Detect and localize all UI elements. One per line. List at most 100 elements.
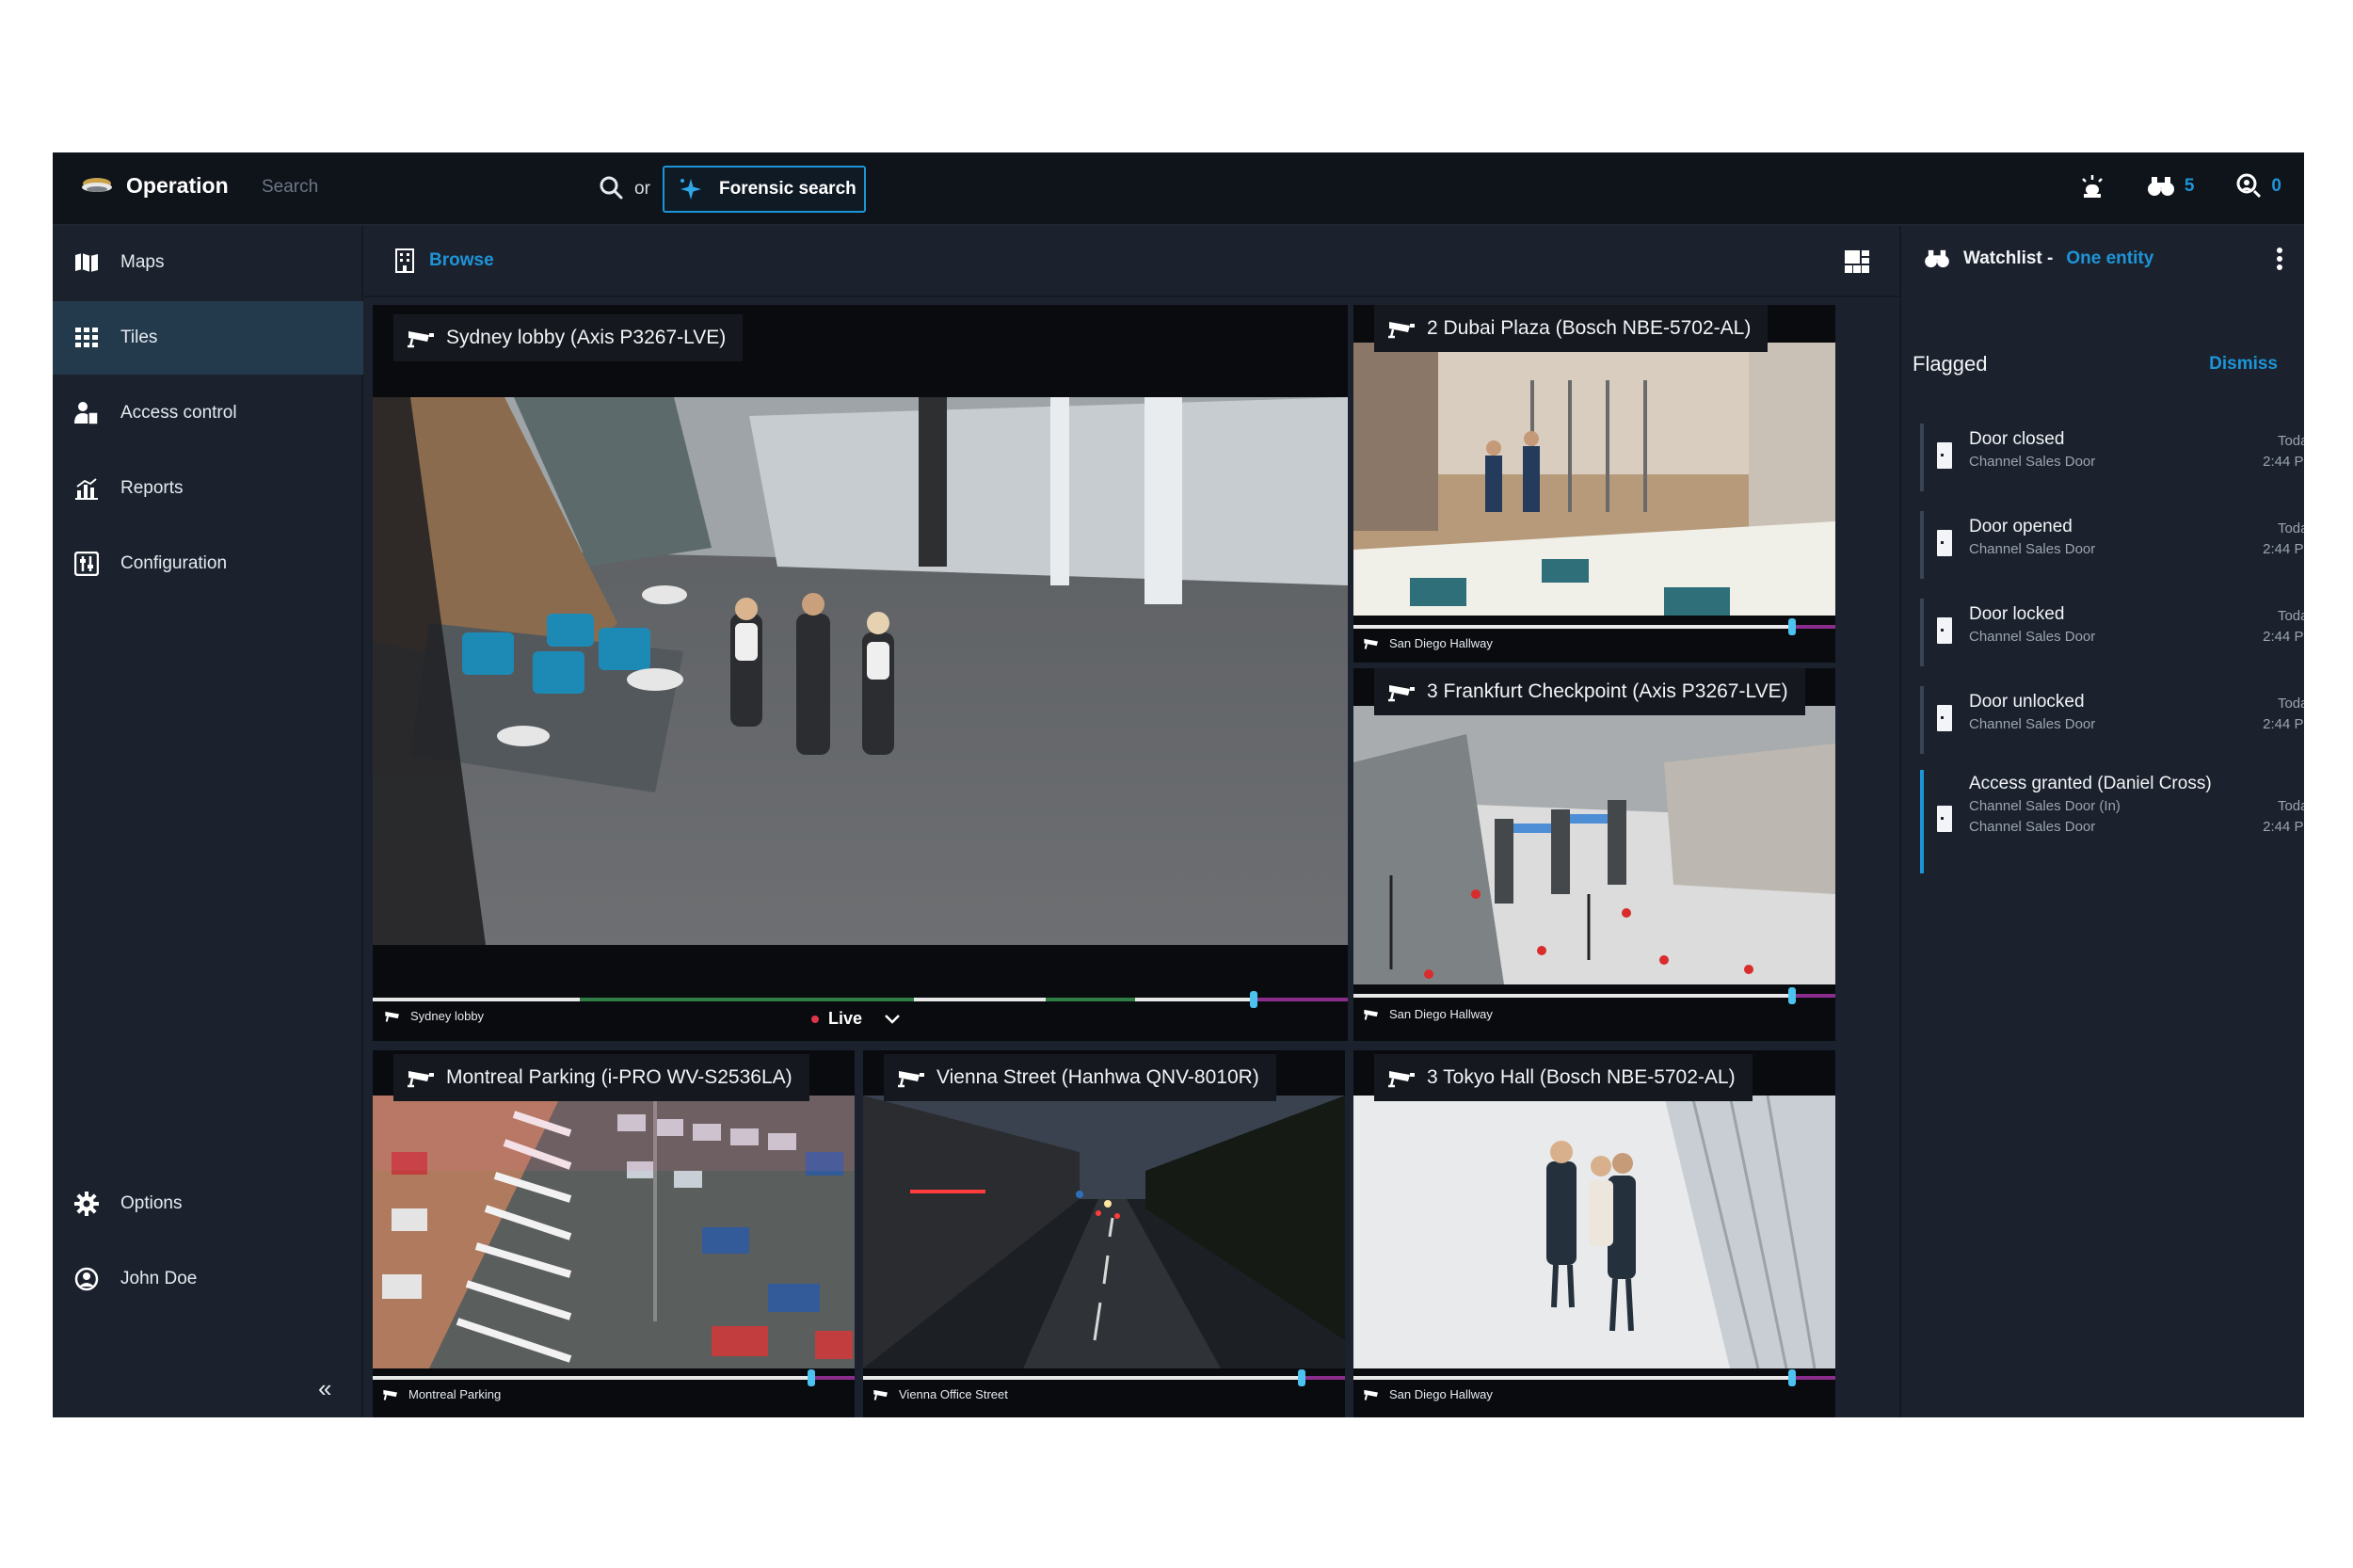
video-tile-dubai[interactable]: 2 Dubai Plaza (Bosch NBE-5702-AL) San Di… <box>1353 305 1835 663</box>
sidebar-item-configuration[interactable]: Configuration <box>53 527 363 600</box>
event-day: Today <box>2277 798 2304 814</box>
video-feed-tokyo[interactable] <box>1353 1096 1835 1368</box>
event-item[interactable]: Door opened Channel Sales Door Today 2:4… <box>1920 511 2304 579</box>
timeline-future <box>1792 994 1835 998</box>
camera-label-text: San Diego Hallway <box>1389 636 1493 650</box>
event-day: Today <box>2277 433 2304 449</box>
sidebar-item-maps[interactable]: Maps <box>53 226 363 299</box>
watchlist-entity-link[interactable]: One entity <box>2066 248 2153 269</box>
tile-title: Montreal Parking (i-PRO WV-S2536LA) <box>393 1054 809 1101</box>
timeline-playhead[interactable] <box>1298 1369 1305 1386</box>
tile-title: Vienna Street (Hanhwa QNV-8010R) <box>884 1054 1276 1101</box>
timeline-recorded[interactable] <box>373 1376 811 1380</box>
sidebar-item-options[interactable]: Options <box>53 1167 363 1240</box>
camera-label: Montreal Parking <box>382 1387 501 1401</box>
event-title: Door opened <box>1969 517 2073 536</box>
video-feed-vienna[interactable] <box>863 1096 1345 1368</box>
timeline-recorded[interactable] <box>1353 1376 1792 1380</box>
timeline-motion-segment[interactable] <box>580 998 914 1001</box>
video-tile-sydney[interactable]: Sydney lobby (Axis P3267-LVE) Sydney lob… <box>373 305 1348 1041</box>
forensic-search-button[interactable]: Forensic search <box>663 166 866 213</box>
grid-icon <box>73 325 100 351</box>
tile-title-text: 3 Tokyo Hall (Bosch NBE-5702-AL) <box>1427 1066 1736 1088</box>
tile-title: Sydney lobby (Axis P3267-LVE) <box>393 314 744 361</box>
camera-icon <box>1388 322 1415 339</box>
camera-icon <box>408 331 434 348</box>
video-tile-montreal[interactable]: Montreal Parking (i-PRO WV-S2536LA) Mont… <box>373 1050 855 1417</box>
door-icon <box>1937 617 1952 644</box>
configuration-icon <box>73 551 100 577</box>
binoculars-count: 5 <box>2184 176 2195 196</box>
event-item[interactable]: Door unlocked Channel Sales Door Today 2… <box>1920 686 2304 754</box>
timeline-recorded[interactable] <box>863 1376 1302 1380</box>
live-indicator[interactable]: Live <box>811 1009 902 1029</box>
shield-person-icon <box>2236 173 2262 199</box>
sidebar-item-label: Access control <box>120 403 237 423</box>
sidebar-item-access-control[interactable]: Access control <box>53 376 363 450</box>
event-item[interactable]: Access granted (Daniel Cross) Channel Sa… <box>1920 770 2304 873</box>
video-tile-frankfurt[interactable]: 3 Frankfurt Checkpoint (Axis P3267-LVE) … <box>1353 668 1835 1041</box>
event-title: Access granted (Daniel Cross) <box>1969 774 2212 793</box>
timeline-playhead[interactable] <box>1788 618 1796 635</box>
access-control-icon <box>73 400 100 426</box>
timeline-playhead[interactable] <box>1250 991 1257 1008</box>
video-tile-vienna[interactable]: Vienna Street (Hanhwa QNV-8010R) Vienna … <box>863 1050 1345 1417</box>
event-day: Today <box>2277 696 2304 712</box>
timeline-future <box>1302 1376 1345 1380</box>
tile-title: 3 Frankfurt Checkpoint (Axis P3267-LVE) <box>1374 668 1805 715</box>
camera-icon <box>1364 1009 1378 1020</box>
app-window: Operation or Forensic search <box>53 152 2304 1417</box>
chevron-down-icon[interactable] <box>883 1013 902 1026</box>
top-right-icons: 5 0 <box>2079 173 2281 200</box>
video-tile-tokyo[interactable]: 3 Tokyo Hall (Bosch NBE-5702-AL) San Die… <box>1353 1050 1835 1417</box>
sidebar-item-reports[interactable]: Reports <box>53 452 363 525</box>
video-feed-dubai[interactable] <box>1353 343 1835 616</box>
camera-icon <box>898 1071 924 1088</box>
event-time: 2:44 PM <box>2263 541 2304 557</box>
sidebar-item-label: Options <box>120 1193 183 1213</box>
timeline-playhead[interactable] <box>808 1369 815 1386</box>
timeline-recorded[interactable] <box>1353 994 1792 998</box>
event-source: Channel Sales Door (In) <box>1969 798 2121 814</box>
watchlist-count[interactable]: 5 <box>2147 175 2195 198</box>
event-indicator <box>1920 770 1924 873</box>
event-source: Channel Sales Door <box>1969 454 2096 470</box>
timeline-recorded[interactable] <box>1353 625 1792 629</box>
door-icon <box>1937 806 1952 832</box>
dismiss-button[interactable]: Dismiss <box>2209 354 2278 375</box>
camera-icon <box>1388 685 1415 702</box>
alarm-count[interactable]: 0 <box>2235 173 2281 200</box>
camera-icon <box>408 1071 434 1088</box>
video-feed-montreal[interactable] <box>373 1096 855 1368</box>
collapse-sidebar-button[interactable]: « <box>318 1374 331 1403</box>
event-item[interactable]: Door closed Channel Sales Door Today 2:4… <box>1920 424 2304 491</box>
alarm-light-icon[interactable] <box>2079 173 2105 200</box>
event-time: 2:44 PM <box>2263 819 2304 835</box>
tile-title-text: 3 Frankfurt Checkpoint (Axis P3267-LVE) <box>1427 680 1788 702</box>
more-options-icon[interactable] <box>2276 247 2283 271</box>
search-icon[interactable] <box>599 175 623 200</box>
timeline-recorded[interactable] <box>373 998 580 1001</box>
timeline-playhead[interactable] <box>1788 1369 1796 1386</box>
event-indicator <box>1920 511 1924 579</box>
video-feed-sydney[interactable] <box>373 397 1348 945</box>
event-item[interactable]: Door locked Channel Sales Door Today 2:4… <box>1920 599 2304 666</box>
search-input[interactable] <box>262 177 572 198</box>
watchlist-title-text: Watchlist - <box>1963 248 2054 268</box>
timeline-future <box>1792 625 1835 629</box>
video-feed-frankfurt[interactable] <box>1353 706 1835 984</box>
browse-button[interactable]: Browse <box>395 248 494 273</box>
watchlist-panel: Watchlist - One entity Flagged Dismiss D… <box>1899 226 2304 1417</box>
sidebar-item-user[interactable]: John Doe <box>53 1242 363 1316</box>
timeline-recorded[interactable] <box>914 998 1046 1001</box>
timeline-playhead[interactable] <box>1788 987 1796 1004</box>
event-time: 2:44 PM <box>2263 716 2304 732</box>
timeline-motion-segment[interactable] <box>1046 998 1135 1001</box>
sidebar-item-tiles[interactable]: Tiles <box>53 301 363 375</box>
event-source: Channel Sales Door <box>1969 716 2096 732</box>
layout-icon[interactable] <box>1845 250 1869 273</box>
camera-label-text: San Diego Hallway <box>1389 1387 1493 1401</box>
video-frame <box>1353 343 1835 616</box>
timeline-recorded[interactable] <box>1135 998 1257 1001</box>
alarm-count-value: 0 <box>2271 176 2281 196</box>
